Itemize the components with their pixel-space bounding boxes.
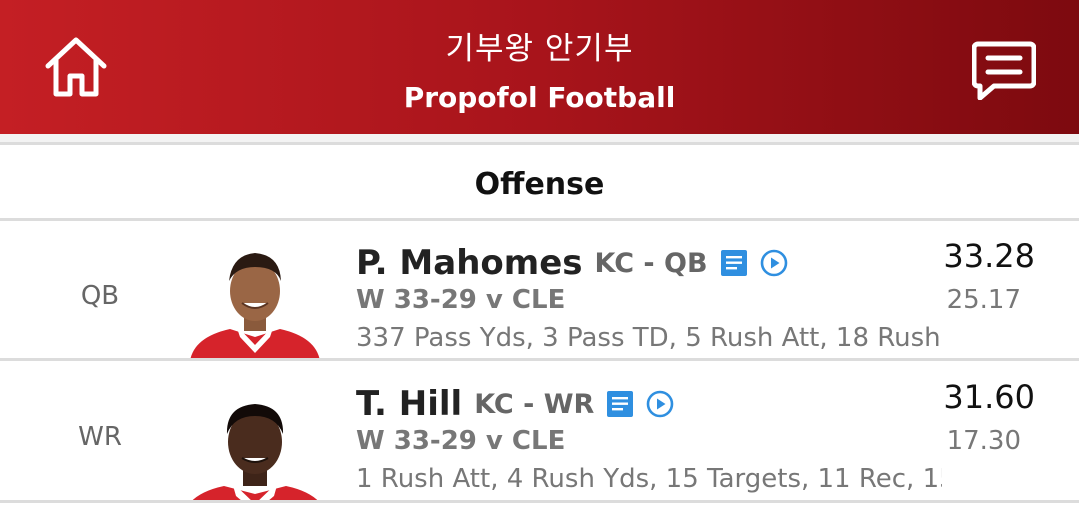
stat-line: 337 Pass Yds, 3 Pass TD, 5 Rush Att, 18 …: [356, 323, 942, 353]
player-name-line: T. Hill KC - WR: [356, 382, 674, 426]
team-subtitle: Propofol Football: [403, 81, 676, 114]
projected-points: 25.17: [946, 285, 1021, 315]
news-note-icon[interactable]: [720, 249, 748, 277]
header-titles: 기부왕 안기부 Propofol Football: [300, 30, 779, 116]
section-header: Offense: [474, 167, 605, 202]
header-gap: [0, 134, 1079, 142]
game-result: W 33-29 v CLE: [356, 285, 566, 315]
league-title: 기부왕 안기부: [445, 31, 634, 67]
player-photo: [190, 404, 320, 502]
player-row[interactable]: QB P. Mahomes KC - QB W 33-29 v CLE 337 …: [0, 221, 1079, 361]
play-video-icon[interactable]: [760, 249, 788, 277]
projected-points: 17.30: [946, 426, 1021, 456]
player-name-line: P. Mahomes KC - QB: [356, 241, 788, 285]
news-note-icon[interactable]: [606, 390, 634, 418]
divider: [0, 500, 1079, 503]
app-header: 기부왕 안기부 Propofol Football: [0, 0, 1079, 134]
stat-line: 1 Rush Att, 4 Rush Yds, 15 Targets, 11 R…: [356, 464, 942, 494]
play-video-icon[interactable]: [646, 390, 674, 418]
player-name[interactable]: P. Mahomes: [356, 243, 583, 283]
divider: [0, 358, 1079, 361]
player-name[interactable]: T. Hill: [356, 384, 462, 424]
game-result: W 33-29 v CLE: [356, 426, 566, 456]
fantasy-points: 31.60: [943, 378, 1035, 416]
roster-position: QB: [80, 281, 120, 311]
player-team-position: KC - WR: [474, 388, 595, 420]
home-icon[interactable]: [44, 36, 108, 98]
roster-position: WR: [78, 422, 122, 452]
player-row[interactable]: WR T. Hill KC - WR W 33-29 v CLE 1 Rush …: [0, 362, 1079, 502]
player-photo: [190, 253, 320, 361]
player-team-position: KC - QB: [594, 247, 708, 279]
fantasy-points: 33.28: [943, 237, 1035, 275]
message-icon[interactable]: [972, 36, 1036, 100]
